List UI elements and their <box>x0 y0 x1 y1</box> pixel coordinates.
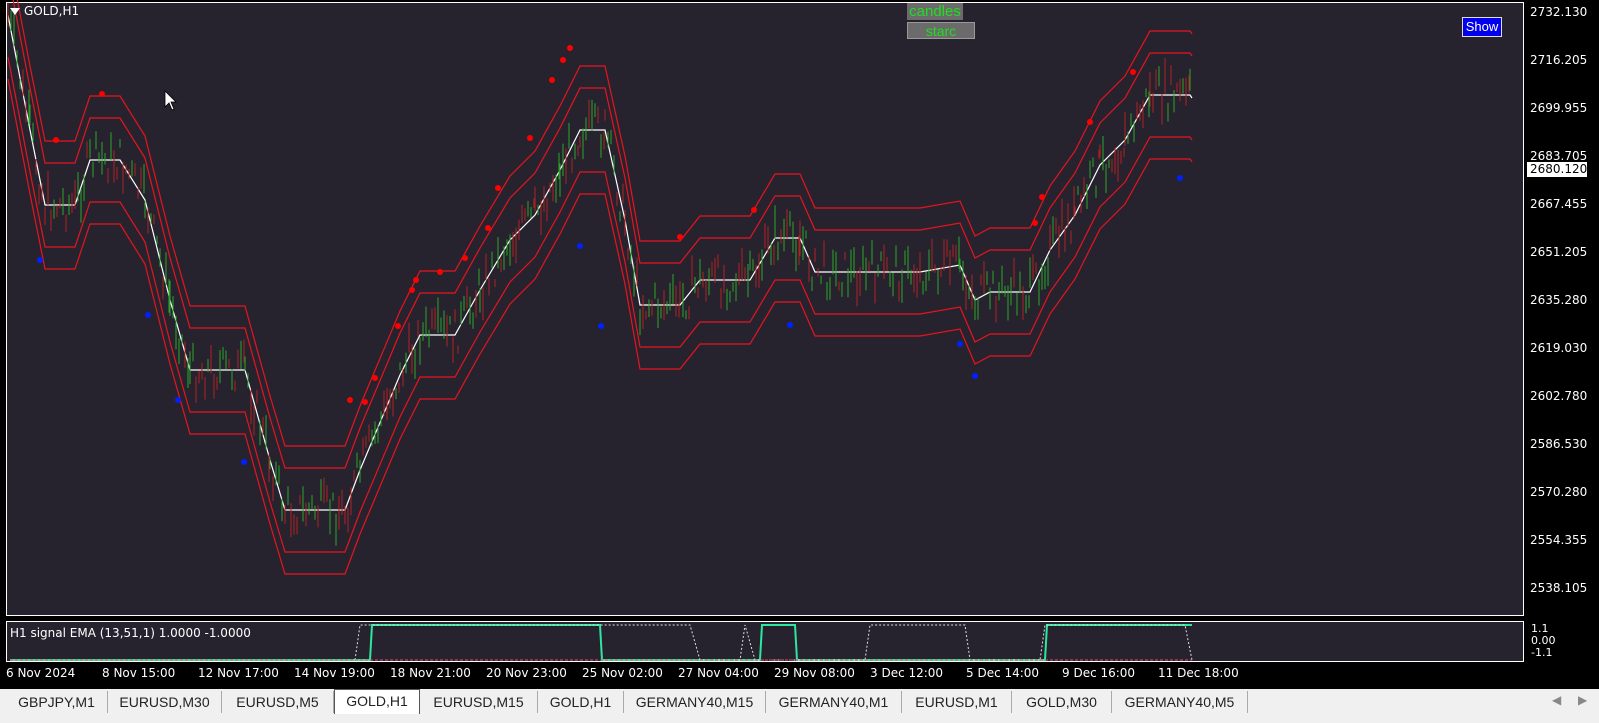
time-label: 5 Dec 14:00 <box>966 666 1040 680</box>
tab-gold-h1[interactable]: GOLD,H1 <box>538 691 624 713</box>
signal-dot-blue <box>787 322 793 328</box>
signal-dot-red <box>372 375 378 381</box>
time-label: 8 Nov 15:00 <box>102 666 176 680</box>
tab-scroll-left-icon[interactable]: ◀ <box>1552 693 1561 707</box>
price-label: 2667.455 <box>1530 197 1588 211</box>
signal-dot-blue <box>598 323 604 329</box>
dropdown-triangle-icon[interactable] <box>10 8 20 15</box>
signal-dot-red <box>677 234 683 240</box>
tab-gold-h1-active[interactable]: GOLD,H1 <box>334 689 420 714</box>
show-button[interactable]: Show <box>1462 17 1502 37</box>
signal-dot-red <box>99 91 105 97</box>
price-label: 2602.780 <box>1530 389 1588 403</box>
signal-dot-blue <box>972 373 978 379</box>
signal-dot-red <box>751 207 757 213</box>
time-label: 29 Nov 08:00 <box>774 666 855 680</box>
signal-dot-red <box>1032 220 1038 226</box>
tab-gold-m30[interactable]: GOLD,M30 <box>1012 691 1112 713</box>
signal-dot-red <box>1087 119 1093 125</box>
signal-dot-red <box>413 277 419 283</box>
signal-dot-blue <box>145 312 151 318</box>
price-chart-svg <box>7 0 1193 661</box>
band-upper-2 <box>16 0 1193 447</box>
signal-dot-red <box>53 137 59 143</box>
signal-dot-red <box>347 397 353 403</box>
tab-eurusd-m5[interactable]: EURUSD,M5 <box>222 691 334 713</box>
band-lower-1 <box>7 56 1193 553</box>
signal-dot-red <box>485 225 491 231</box>
time-label: 6 Nov 2024 <box>6 666 76 680</box>
signal-dot-red <box>437 269 443 275</box>
price-label: 2538.105 <box>1530 581 1588 595</box>
price-axis[interactable]: 2732.130 2716.205 2699.955 2683.705 2667… <box>1526 0 1599 670</box>
symbol-title-text: GOLD,H1 <box>24 4 80 18</box>
price-label: 2635.280 <box>1530 293 1588 307</box>
tab-gbpjpy-m1[interactable]: GBPJPY,M1 <box>6 691 108 713</box>
time-label: 18 Nov 21:00 <box>390 666 471 680</box>
time-label: 12 Nov 17:00 <box>198 666 279 680</box>
price-label: 2619.030 <box>1530 341 1588 355</box>
price-label: 2683.705 <box>1530 149 1588 163</box>
signal-dot-red <box>409 287 415 293</box>
chart-tab-bar: GBPJPY,M1 EURUSD,M30 EURUSD,M5 GOLD,H1 E… <box>0 689 1599 723</box>
indicator-label: H1 signal EMA (13,51,1) 1.0000 -1.0000 <box>10 626 251 640</box>
signal-dot-blue <box>175 397 181 403</box>
price-label: 2732.130 <box>1530 5 1588 19</box>
signal-dot-red <box>1039 194 1045 200</box>
signal-dot-red <box>462 255 468 261</box>
starc-button[interactable]: starc <box>907 22 975 39</box>
mouse-cursor-icon <box>164 90 177 111</box>
price-label: 2651.205 <box>1530 245 1588 259</box>
tab-germany40-m15[interactable]: GERMANY40,M15 <box>624 691 766 713</box>
time-label: 14 Nov 19:00 <box>294 666 375 680</box>
price-label: 2586.530 <box>1530 437 1588 451</box>
signal-dot-red <box>395 323 401 329</box>
tab-eurusd-m30[interactable]: EURUSD,M30 <box>108 691 222 713</box>
time-label: 9 Dec 16:00 <box>1062 666 1136 680</box>
tab-germany40-m5[interactable]: GERMANY40,M5 <box>1112 691 1248 713</box>
time-axis[interactable]: 6 Nov 2024 8 Nov 15:00 12 Nov 17:00 14 N… <box>6 664 1524 682</box>
price-label: 2554.355 <box>1530 533 1588 547</box>
signal-dot-blue <box>1177 175 1183 181</box>
time-label: 11 Dec 18:00 <box>1158 666 1239 680</box>
signal-dot-red <box>1130 69 1136 75</box>
signal-dot-red <box>567 45 573 51</box>
price-label: 2716.205 <box>1530 53 1588 67</box>
signal-dot-red <box>527 135 533 141</box>
signal-dot-red <box>495 185 501 191</box>
price-label: 2570.280 <box>1530 485 1588 499</box>
time-label: 20 Nov 23:00 <box>486 666 567 680</box>
signal-dot-blue <box>37 257 43 263</box>
time-label: 25 Nov 02:00 <box>582 666 663 680</box>
current-price-label: 2680.120 <box>1527 162 1587 177</box>
indicator-scale-label: -1.1 <box>1531 646 1553 659</box>
signal-dot-red <box>362 399 368 405</box>
time-label: 27 Nov 04:00 <box>678 666 759 680</box>
signal-dot-blue <box>241 459 247 465</box>
signal-dot-red <box>549 77 555 83</box>
tab-eurusd-m15[interactable]: EURUSD,M15 <box>420 691 538 713</box>
indicator-dotted-line <box>354 624 1193 661</box>
signal-dot-blue <box>957 341 963 347</box>
price-label: 2699.955 <box>1530 101 1588 115</box>
tab-scroll-right-icon[interactable]: ▶ <box>1578 693 1587 707</box>
symbol-title: GOLD,H1 <box>10 4 79 18</box>
time-label: 3 Dec 12:00 <box>870 666 944 680</box>
tab-eurusd-m1[interactable]: EURUSD,M1 <box>902 691 1012 713</box>
signal-dot-blue <box>577 243 583 249</box>
signal-dot-red <box>560 57 566 63</box>
candles-button[interactable]: candles <box>907 3 963 20</box>
tab-germany40-m1[interactable]: GERMANY40,M1 <box>766 691 902 713</box>
